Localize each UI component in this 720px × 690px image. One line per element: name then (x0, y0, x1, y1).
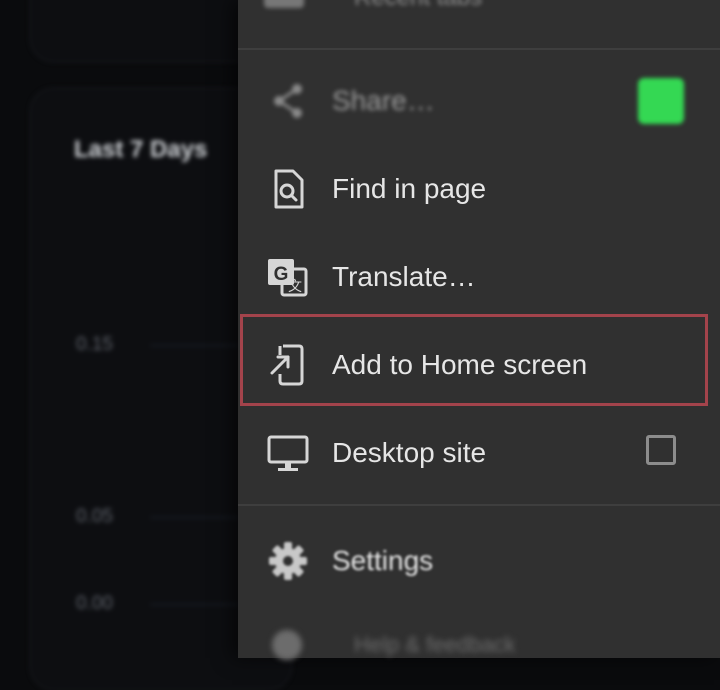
desktop-icon (266, 431, 310, 475)
recent-share-app-icon[interactable] (638, 78, 684, 124)
menu-item-label: Find in page (332, 173, 487, 204)
background-gridline (150, 345, 240, 346)
menu-item-share[interactable]: Share… (238, 58, 720, 144)
background-y-label: 0.05 (76, 506, 113, 527)
find-in-page-icon (266, 167, 310, 211)
background-y-label: 0.00 (76, 593, 113, 614)
gear-icon (266, 539, 310, 583)
background-y-label: 0.15 (76, 334, 113, 355)
menu-item-label: Share… (332, 85, 435, 116)
background-card-title: Last 7 Days (74, 136, 208, 163)
menu-item-label: Settings (332, 545, 434, 576)
menu-item-help-feedback[interactable]: Help & feedback (262, 622, 562, 662)
menu-item-settings[interactable]: Settings (238, 518, 720, 604)
overflow-menu: Recent tabs Share… Find in page (238, 0, 720, 660)
menu-item-desktop-site[interactable]: Desktop site (238, 410, 720, 496)
menu-item-label: Recent tabs (354, 0, 482, 12)
menu-item-translate[interactable]: G 文 Translate… (238, 234, 720, 320)
share-icon (266, 79, 310, 123)
menu-item-label: Desktop site (332, 437, 487, 468)
help-icon (272, 630, 302, 660)
background-gridline (150, 517, 240, 518)
svg-text:G: G (274, 264, 289, 285)
background-gridline (150, 604, 240, 605)
svg-text:文: 文 (288, 278, 302, 294)
menu-item-label: Translate… (332, 261, 476, 292)
highlight-box (240, 314, 708, 406)
menu-divider (238, 504, 720, 506)
menu-item-recent-tabs[interactable]: Recent tabs (262, 0, 502, 12)
translate-icon: G 文 (266, 255, 310, 299)
desktop-site-checkbox[interactable] (646, 435, 676, 465)
recent-tabs-icon (264, 0, 304, 8)
menu-item-label: Help & feedback (354, 632, 516, 657)
menu-divider (238, 48, 720, 50)
menu-item-find-in-page[interactable]: Find in page (238, 146, 720, 232)
